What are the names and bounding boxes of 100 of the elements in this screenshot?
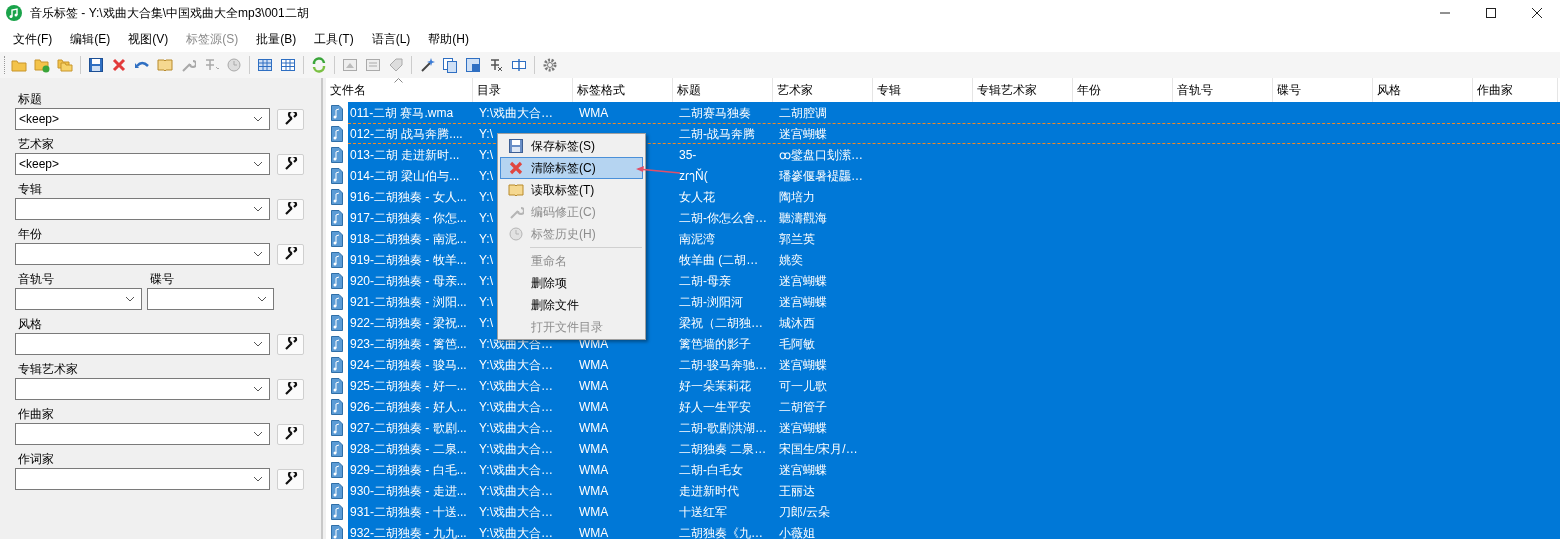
table-row[interactable]: 931-二胡独奏 - 十送... Y:\戏曲大合… WMA 十送红军 刀郎/云朵: [348, 501, 1560, 522]
rename-icon[interactable]: [511, 57, 527, 73]
menu-item[interactable]: 编辑(E): [61, 26, 120, 52]
table-cell-text: WMA: [579, 440, 609, 458]
menu-item[interactable]: 文件(F): [4, 26, 62, 52]
picture-save-icon[interactable]: [465, 57, 481, 73]
table-cell-text: 迷宫蝴蝶: [779, 272, 827, 290]
grid-icon[interactable]: [280, 57, 296, 73]
wrench-button[interactable]: [277, 333, 304, 355]
dropdown-field[interactable]: [15, 333, 270, 355]
menu-item[interactable]: 工具(T): [305, 26, 363, 52]
table-cell-text: 梁祝（二胡独…: [679, 314, 763, 332]
character-icon[interactable]: [488, 57, 504, 73]
book-icon[interactable]: [157, 57, 173, 73]
dropdown-field[interactable]: <keep>: [15, 153, 270, 175]
table-cell-text: 十送红军: [679, 503, 727, 521]
dropdown-field[interactable]: [15, 198, 270, 220]
table-cell-text: 二胡-母亲: [679, 272, 731, 290]
wrench-button[interactable]: [277, 243, 304, 265]
save-icon[interactable]: [88, 57, 104, 73]
table-cell-text: WMA: [579, 461, 609, 479]
table-row[interactable]: 925-二胡独奏 - 好一... Y:\戏曲大合… WMA 好一朵茉莉花 可一儿歌: [348, 375, 1560, 396]
dropdown-field[interactable]: [15, 378, 270, 400]
folders-icon[interactable]: [57, 57, 73, 73]
grid-icon[interactable]: [257, 57, 273, 73]
table-cell-text: 924-二胡独奏 - 骏马...: [350, 356, 467, 374]
copy-icon[interactable]: [442, 57, 458, 73]
field-label: 风格: [18, 316, 43, 333]
delete-icon[interactable]: [111, 57, 127, 73]
table-cell-text: 922-二胡独奏 - 梁祝...: [350, 314, 467, 332]
table-cell-text: 好人一生平安: [679, 398, 751, 416]
dropdown-field[interactable]: [15, 423, 270, 445]
magic-wand-icon[interactable]: [419, 57, 435, 73]
field-label: 音轨号: [18, 271, 55, 288]
table-row[interactable]: 927-二胡独奏 - 歌剧... Y:\戏曲大合… WMA 二胡-歌剧洪湖… 迷宫蝴蝶: [348, 417, 1560, 438]
table-cell-text: 二胡-骏马奔驰…: [679, 356, 767, 374]
table-row[interactable]: 011-二胡 赛马.wma Y:\戏曲大合… WMA 二胡赛马独奏 二胡腔调: [348, 102, 1560, 123]
wrench-icon: [283, 382, 298, 396]
table-cell-text: 012-二胡 战马奔腾....: [350, 125, 463, 143]
table-cell-text: WMA: [579, 482, 609, 500]
table-cell-text: WMA: [579, 377, 609, 395]
caret-icon: [253, 115, 263, 123]
caret-icon: [253, 205, 263, 213]
caret-icon: [253, 385, 263, 393]
table-cell-text: 迷宫蝴蝶: [779, 125, 827, 143]
dropdown-field[interactable]: [147, 288, 274, 310]
save-icon: [508, 138, 524, 154]
dropdown-field[interactable]: <keep>: [15, 108, 270, 130]
settings-icon[interactable]: [542, 57, 558, 73]
menu-item[interactable]: 视图(V): [119, 26, 178, 52]
menu-item[interactable]: 语言(L): [362, 26, 420, 52]
table-cell-text: 可一儿歌: [779, 377, 827, 395]
dropdown-field[interactable]: [15, 243, 270, 265]
table-cell-text: 小薇姐: [779, 524, 815, 539]
menu-item[interactable]: 删除项: [500, 272, 643, 294]
table-row[interactable]: 928-二胡独奏 - 二泉... Y:\戏曲大合… WMA 二胡独奏 二泉… 宋国生/宋月/…: [348, 438, 1560, 459]
table-cell-text: 917-二胡独奏 - 你怎...: [350, 209, 467, 227]
wrench-button[interactable]: [277, 468, 304, 490]
table-row[interactable]: 924-二胡独奏 - 骏马... Y:\戏曲大合… WMA 二胡-骏马奔驰… 迷宫蝴蝶: [348, 354, 1560, 375]
wrench-button[interactable]: [277, 198, 304, 220]
folder-add-icon[interactable]: [34, 57, 50, 73]
field-label: 艺术家: [18, 136, 55, 153]
sort-icon: [394, 78, 403, 83]
table-cell-text: Y:\戏曲大合…: [479, 398, 553, 416]
maximize-icon: [1486, 8, 1496, 18]
table-cell-text: Y:\: [479, 146, 493, 164]
close-icon: [1532, 8, 1542, 18]
wrench-icon[interactable]: [180, 57, 196, 73]
table-cell-text: 女人花: [679, 188, 715, 206]
table-cell-text: 918-二胡独奏 - 南泥...: [350, 230, 467, 248]
table-row[interactable]: 929-二胡独奏 - 白毛... Y:\戏曲大合… WMA 二胡-白毛女 迷宫蝴蝶: [348, 459, 1560, 480]
refresh-icon[interactable]: [311, 57, 327, 73]
table-cell-text: Y:\戏曲大合…: [479, 524, 553, 539]
table-cell-text: WMA: [579, 524, 609, 539]
wrench-button[interactable]: [277, 423, 304, 445]
wrench-button[interactable]: [277, 108, 304, 130]
table-cell-text: 牧羊曲 (二胡…: [679, 251, 759, 269]
wrench-icon: [283, 472, 298, 486]
table-cell-text: 916-二胡独奏 - 女人...: [350, 188, 467, 206]
wrench-button[interactable]: [277, 378, 304, 400]
table-cell-text: 璠嵾偃暑褆龘…: [779, 167, 863, 185]
wrench-button[interactable]: [277, 153, 304, 175]
table-row[interactable]: 930-二胡独奏 - 走进... Y:\戏曲大合… WMA 走进新时代 王丽达: [348, 480, 1560, 501]
field-label: 标题: [18, 91, 43, 108]
table-cell-text: Y:\戏曲大合…: [479, 104, 553, 122]
table-cell-text: 二胡-浏阳河: [679, 293, 743, 311]
menu-item[interactable]: 批量(B): [247, 26, 306, 52]
table-cell-text: 迷宫蝴蝶: [779, 461, 827, 479]
menu-item[interactable]: 清除标签(C): [500, 157, 643, 179]
table-cell-text: 聽濤觀海: [779, 209, 827, 227]
menu-item[interactable]: 帮助(H): [419, 26, 478, 52]
dropdown-field[interactable]: [15, 468, 270, 490]
window-title: 音乐标签 - Y:\戏曲大合集\中国戏曲大全mp3\001二胡: [30, 5, 309, 22]
table-row[interactable]: 932-二胡独奏 - 九九... Y:\戏曲大合… WMA 二胡独奏《九… 小薇姐: [348, 522, 1560, 539]
wrench-icon: [283, 112, 298, 126]
table-row[interactable]: 926-二胡独奏 - 好人... Y:\戏曲大合… WMA 好人一生平安 二胡管子: [348, 396, 1560, 417]
table-cell-text: Y:\戏曲大合…: [479, 461, 553, 479]
delete-icon: [508, 160, 524, 176]
table-cell-text: 郭兰英: [779, 230, 815, 248]
dropdown-field[interactable]: [15, 288, 142, 310]
